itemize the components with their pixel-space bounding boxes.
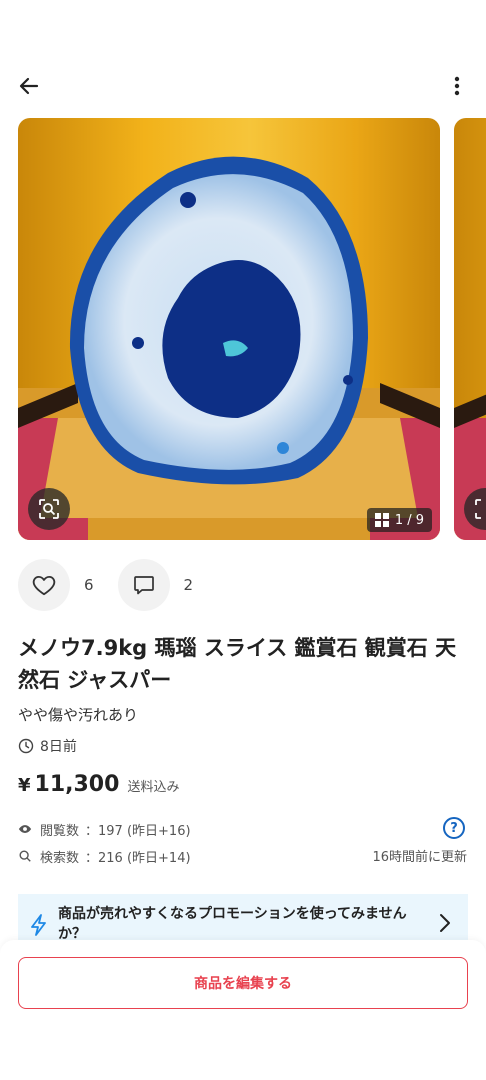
lightning-icon (31, 914, 46, 936)
currency-symbol: ¥ (18, 775, 31, 796)
item-title: メノウ7.9kg 瑪瑙 スライス 鑑賞石 観賞石 天然石 ジャスパー (18, 636, 457, 692)
image-search-button[interactable] (28, 488, 70, 530)
photo-counter: 1 / 9 (366, 508, 432, 532)
comment-count: 2 (183, 576, 194, 594)
item-actions: 6 2 (18, 558, 217, 612)
price: 11,300 (34, 772, 120, 797)
product-photo-next[interactable] (454, 118, 486, 540)
item-condition: やや傷や汚れあり (18, 706, 139, 724)
grid-icon (374, 513, 389, 527)
updated-time: 16時間前に更新 (372, 850, 467, 865)
chevron-right-icon (440, 914, 450, 932)
search-label: 検索数 (40, 850, 80, 866)
photo-counter-text: 1 / 9 (394, 512, 424, 528)
product-photo[interactable]: 1 / 9 (18, 118, 440, 540)
posted-time: 8日前 (18, 736, 77, 756)
clock-icon (18, 738, 34, 754)
search-stat: 検索数 ：216 (昨日+14) (18, 846, 191, 866)
bottom-action-panel: 商品を編集する (0, 940, 486, 1080)
like-button[interactable] (18, 559, 70, 611)
search-icon (19, 850, 31, 862)
search-value: ：216 (昨日+14) (85, 850, 191, 866)
eye-icon (18, 825, 32, 833)
help-icon[interactable]: ? (443, 817, 465, 839)
agate-photo (18, 118, 440, 540)
image-search-icon (475, 499, 481, 519)
arrow-left-icon (19, 77, 39, 95)
like-count: 6 (84, 576, 94, 594)
more-vertical-icon (454, 76, 460, 96)
image-search-icon (39, 499, 59, 519)
posted-time-text: 8日前 (40, 739, 77, 755)
views-stat: 閲覧数 ：197 (昨日+16) (18, 819, 191, 839)
comment-button[interactable] (117, 559, 170, 611)
price-row: ¥ 11,300 送料込み (18, 772, 179, 797)
back-button[interactable] (9, 66, 49, 106)
promotion-text: 商品が売れやすくなるプロモーションを使ってみませんか？ (58, 906, 407, 942)
more-options-button[interactable] (437, 66, 477, 106)
edit-item-button[interactable]: 商品を編集する (18, 957, 468, 1009)
shipping-note: 送料込み (127, 780, 180, 795)
heart-icon (32, 575, 56, 596)
top-bar (0, 62, 486, 110)
photo-gallery[interactable]: 1 / 9 (0, 118, 486, 542)
views-label: 閲覧数 (40, 823, 80, 839)
agate-photo-next (454, 118, 486, 540)
views-value: ：197 (昨日+16) (85, 823, 191, 839)
comment-icon (133, 576, 154, 595)
